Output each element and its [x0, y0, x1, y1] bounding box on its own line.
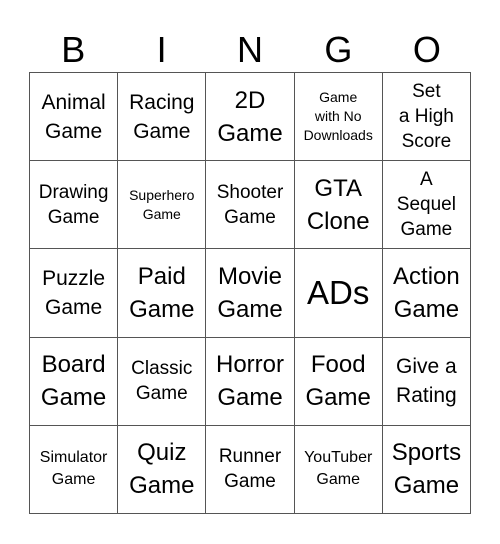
bingo-cell-label: Give a Rating — [396, 355, 457, 408]
bingo-cell-label: Classic Game — [131, 358, 193, 405]
bingo-cell-o-5[interactable]: Sports Game — [382, 425, 471, 514]
bingo-cell-i-2[interactable]: Superhero Game — [118, 161, 207, 250]
bingo-cell-label: Drawing Game — [38, 181, 109, 228]
bingo-cell-b-2[interactable]: Drawing Game — [30, 161, 119, 250]
bingo-cell-label: Runner Game — [218, 446, 282, 493]
bingo-cell-o-3[interactable]: Action Game — [382, 249, 471, 338]
bingo-cell-label: Simulator Game — [39, 449, 108, 489]
bingo-cell-label: Animal Game — [41, 90, 106, 143]
bingo-cell-label: Game with No Downloads — [303, 89, 373, 144]
bingo-cell-b-1[interactable]: Animal Game — [30, 73, 119, 162]
bingo-cell-label: Sports Game — [391, 439, 462, 500]
bingo-cell-g-3[interactable]: ADs — [294, 249, 383, 338]
bingo-cell-label: Horror Game — [215, 351, 284, 412]
bingo-cell-n-2[interactable]: Shooter Game — [206, 161, 295, 250]
bingo-cell-label: Paid Game — [129, 262, 195, 323]
bingo-cell-i-3[interactable]: Paid Game — [118, 249, 207, 338]
header-letter-o: O — [412, 29, 441, 70]
bingo-cell-label: Racing Game — [129, 90, 195, 143]
bingo-cell-i-4[interactable]: Classic Game — [118, 337, 207, 426]
bingo-header: B I N G O — [29, 28, 471, 72]
bingo-cell-g-1[interactable]: Game with No Downloads — [294, 73, 383, 162]
header-letter-n: N — [237, 29, 264, 70]
bingo-cell-label: Set a High Score — [398, 81, 454, 153]
bingo-cell-n-1[interactable]: 2D Game — [206, 73, 295, 162]
bingo-cell-label: Movie Game — [217, 262, 283, 323]
bingo-cell-label: YouTuber Game — [304, 449, 373, 489]
bingo-cell-o-2[interactable]: A Sequel Game — [382, 161, 471, 250]
bingo-cell-label: Quiz Game — [129, 439, 195, 500]
bingo-cell-b-5[interactable]: Simulator Game — [30, 425, 119, 514]
bingo-cell-n-3[interactable]: Movie Game — [206, 249, 295, 338]
bingo-cell-g-4[interactable]: Food Game — [294, 337, 383, 426]
bingo-cell-o-4[interactable]: Give a Rating — [382, 337, 471, 426]
header-letter-i: I — [156, 29, 167, 70]
bingo-cell-label: Action Game — [393, 262, 460, 323]
bingo-cell-g-2[interactable]: GTA Clone — [294, 161, 383, 250]
bingo-cell-o-1[interactable]: Set a High Score — [382, 73, 471, 162]
bingo-cell-label: GTA Clone — [306, 174, 370, 235]
bingo-cell-label: Superhero Game — [129, 186, 195, 222]
bingo-cell-b-3[interactable]: Puzzle Game — [30, 249, 119, 338]
bingo-cell-label: Food Game — [305, 351, 371, 412]
bingo-cell-g-5[interactable]: YouTuber Game — [294, 425, 383, 514]
bingo-cell-label: Puzzle Game — [42, 266, 106, 319]
bingo-cell-i-1[interactable]: Racing Game — [118, 73, 207, 162]
bingo-cell-label: ADs — [307, 273, 370, 311]
bingo-cell-label: A Sequel Game — [396, 169, 456, 241]
bingo-cell-label: 2D Game — [217, 86, 283, 147]
bingo-grid: Animal Game Racing Game 2D Game Game with N… — [29, 72, 471, 514]
bingo-cell-n-4[interactable]: Horror Game — [206, 337, 295, 426]
bingo-cell-i-5[interactable]: Quiz Game — [118, 425, 207, 514]
bingo-cell-label: Board Game — [40, 351, 107, 412]
bingo-cell-b-4[interactable]: Board Game — [30, 337, 119, 426]
header-letter-b: B — [61, 29, 86, 70]
header-letter-g: G — [324, 29, 353, 70]
bingo-cell-label: Shooter Game — [216, 181, 284, 228]
bingo-cell-n-5[interactable]: Runner Game — [206, 425, 295, 514]
